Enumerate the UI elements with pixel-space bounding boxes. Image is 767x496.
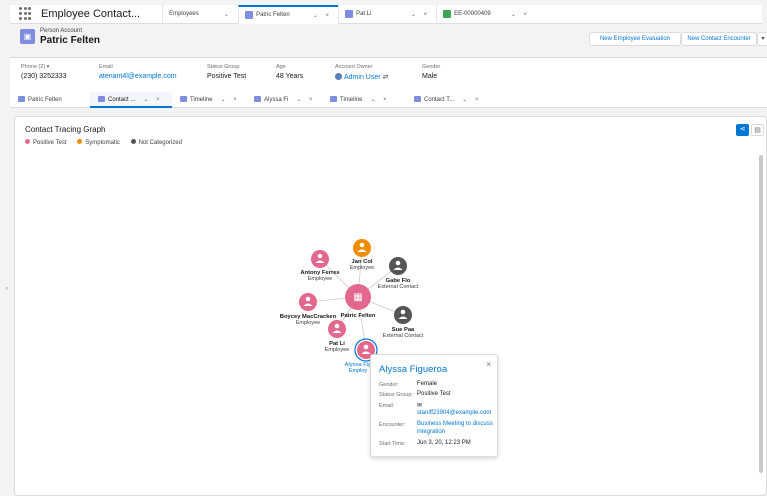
node-label-pat-li: Pat Li Employee <box>325 341 349 353</box>
node-antony-ferres[interactable] <box>311 250 329 268</box>
popover-label: Status Group: <box>379 392 413 398</box>
close-icon[interactable]: × <box>486 360 491 369</box>
popover-label: Start Time: <box>379 441 406 447</box>
node-label-alyssa: Alyssa Fig Employ <box>345 362 372 374</box>
node-boycey-maccracken[interactable] <box>299 293 317 311</box>
popover-label: Gender: <box>379 382 399 388</box>
node-role: External Contact <box>382 333 424 339</box>
node-label-antony-ferres: Antony Ferres Employee <box>300 270 339 282</box>
popover-encounter-link[interactable]: Business Meeting to discuss <box>417 421 493 427</box>
node-role: Employee <box>324 347 350 353</box>
app-root: Employee Contact... Employees ⌄ Patric F… <box>0 0 767 496</box>
popover-email-link[interactable]: staniff23904@example.com <box>417 410 491 416</box>
node-name: Patric Felten <box>340 313 376 319</box>
node-gabe-flo[interactable] <box>389 257 407 275</box>
contact-popover: Alyssa Figueroa × Gender: Female Status … <box>370 354 498 457</box>
node-role: Employ <box>348 368 368 374</box>
node-role: Employee <box>349 265 375 271</box>
node-center[interactable]: ▦ <box>345 284 371 310</box>
node-role: External Contact <box>377 284 419 290</box>
node-jan-col[interactable] <box>353 239 371 257</box>
node-label-center: Patric Felten <box>341 313 376 319</box>
popover-value: Jun 3, 20, 12:23 PM <box>417 440 471 446</box>
popover-title[interactable]: Alyssa Figueroa <box>379 364 447 375</box>
popover-value: Positive Test <box>417 391 451 397</box>
node-role: Employee <box>295 320 321 326</box>
popover-label: Email: <box>379 403 395 409</box>
node-label-gabe-flo: Gabe Flo External Contact <box>378 278 419 290</box>
popover-encounter-link-cont[interactable]: integration <box>417 429 445 435</box>
node-role: Employee <box>307 276 333 282</box>
node-sue-paa[interactable] <box>394 306 412 324</box>
email-icon[interactable]: ✉ <box>417 402 422 409</box>
node-label-boycey-maccracken: Boycey MacCracken Employee <box>280 314 336 326</box>
popover-value: Female <box>417 381 438 387</box>
popover-label: Encounter: <box>379 422 406 428</box>
node-label-sue-paa: Sue Paa External Contact <box>383 327 424 339</box>
svg-text:▦: ▦ <box>353 292 362 303</box>
node-label-jan-col: Jan Col Employee <box>350 259 374 271</box>
